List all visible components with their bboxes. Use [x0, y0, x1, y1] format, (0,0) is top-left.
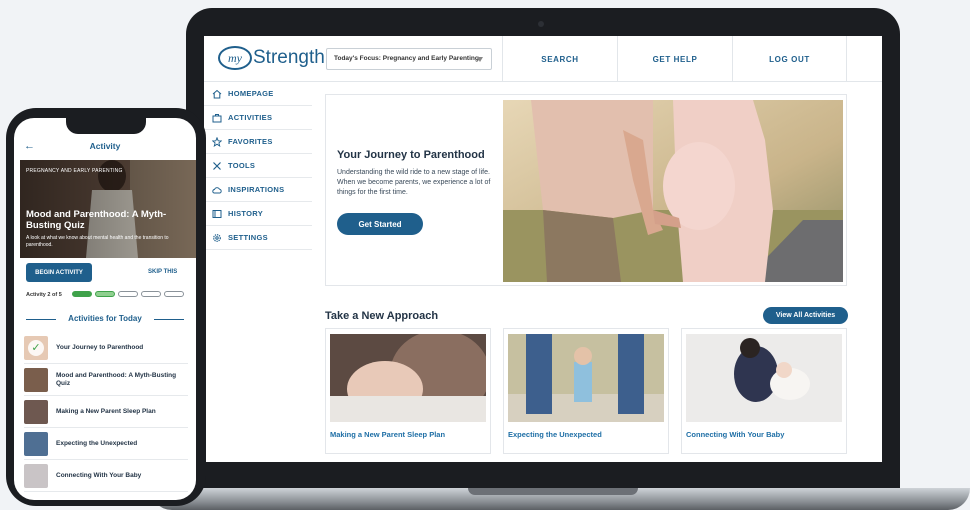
sidebar-item-inspirations[interactable]: INSPIRATIONS: [204, 178, 312, 202]
focus-label: Today's Focus: Pregnancy and Early Paren…: [334, 55, 479, 62]
thumb-image: ✓: [24, 335, 48, 360]
list-item[interactable]: Connecting With Your Baby: [24, 460, 188, 492]
log-out-button[interactable]: LOG OUT: [732, 36, 847, 82]
logo-my: my: [218, 46, 252, 70]
activity-banner: PREGNANCY AND EARLY PARENTING Mood and P…: [20, 160, 196, 258]
progress-dot-current: [95, 291, 115, 297]
list-item-label: Mood and Parenthood: A Myth-Busting Quiz: [56, 372, 177, 387]
activity-card[interactable]: Connecting With Your Baby: [681, 328, 847, 454]
list-item[interactable]: ✓ Your Journey to Parenthood: [24, 332, 188, 364]
view-all-activities-button[interactable]: View All Activities: [763, 307, 848, 324]
mystrength-logo[interactable]: my Strength: [218, 46, 325, 70]
sidebar-item-label: HISTORY: [228, 209, 264, 218]
focus-dropdown[interactable]: Today's Focus: Pregnancy and Early Paren…: [326, 48, 492, 70]
thumb-image: [24, 463, 48, 488]
banner-tag: PREGNANCY AND EARLY PARENTING: [26, 168, 123, 174]
activity-list: ✓ Your Journey to Parenthood Mood and Pa…: [24, 332, 188, 492]
progress-dots: [72, 291, 187, 297]
activities-today-title: Activities for Today: [14, 314, 196, 323]
card-label: Making a New Parent Sleep Plan: [330, 430, 446, 439]
list-item[interactable]: Mood and Parenthood: A Myth-Busting Quiz: [24, 364, 188, 396]
list-item-label: Your Journey to Parenthood: [56, 343, 144, 351]
search-button[interactable]: SEARCH: [502, 36, 617, 82]
base-notch: [468, 488, 638, 495]
camera: [538, 21, 544, 27]
laptop-base: [150, 488, 970, 510]
sidebar-item-homepage[interactable]: HOMEPAGE: [204, 82, 312, 106]
card-image-mother-baby: [686, 334, 842, 422]
banner-subtitle: A look at what we know about mental heal…: [26, 235, 169, 248]
sidebar-item-activities[interactable]: ACTIVITIES: [204, 106, 312, 130]
hero-title: Your Journey to Parenthood: [337, 149, 485, 161]
sidebar: HOMEPAGE ACTIVITIES FAVORITES TOOLS INSP…: [204, 82, 312, 250]
phone-screen: ← Activity PREGNANCY AND EARLY PARENTING…: [14, 118, 196, 500]
sidebar-item-label: FAVORITES: [228, 137, 273, 146]
section-title: Take a New Approach: [325, 310, 439, 322]
sidebar-item-label: ACTIVITIES: [228, 113, 273, 122]
check-icon: ✓: [28, 339, 44, 356]
progress-dot: [141, 291, 161, 297]
sidebar-item-favorites[interactable]: FAVORITES: [204, 130, 312, 154]
laptop-screen: my Strength Today's Focus: Pregnancy and…: [204, 36, 882, 462]
sidebar-item-label: TOOLS: [228, 161, 256, 170]
list-item-label: Expecting the Unexpected: [56, 439, 138, 447]
sidebar-item-label: SETTINGS: [228, 233, 268, 242]
card-label: Expecting the Unexpected: [508, 430, 602, 439]
card-label: Connecting With Your Baby: [686, 430, 785, 439]
chevron-down-icon: [477, 57, 483, 62]
top-bar: my Strength Today's Focus: Pregnancy and…: [204, 36, 882, 82]
hero-card: Your Journey to Parenthood Understanding…: [325, 94, 847, 286]
list-item-label: Connecting With Your Baby: [56, 471, 142, 479]
sidebar-item-tools[interactable]: TOOLS: [204, 154, 312, 178]
phone-title: Activity: [89, 141, 121, 151]
logo-word: Strength: [253, 47, 325, 68]
list-item-label: Making a New Parent Sleep Plan: [56, 407, 156, 415]
sidebar-item-label: INSPIRATIONS: [228, 185, 285, 194]
thumb-image: [24, 399, 48, 424]
progress-dot: [164, 291, 184, 297]
progress-dot: [118, 291, 138, 297]
activity-card[interactable]: Making a New Parent Sleep Plan: [325, 328, 491, 454]
sidebar-item-history[interactable]: HISTORY: [204, 202, 312, 226]
home-icon: [212, 89, 222, 98]
begin-activity-button[interactable]: BEGIN ACTIVITY: [26, 263, 92, 282]
gear-icon: [213, 233, 221, 242]
tools-icon: [213, 161, 221, 170]
phone-notch: [66, 118, 146, 134]
list-item[interactable]: Making a New Parent Sleep Plan: [24, 396, 188, 428]
history-icon: [212, 209, 222, 218]
activity-card[interactable]: Expecting the Unexpected: [503, 328, 669, 454]
sidebar-item-settings[interactable]: SETTINGS: [204, 226, 312, 250]
cloud-icon: [212, 186, 222, 193]
banner-title: Mood and Parenthood: A Myth-Busting Quiz: [26, 209, 167, 231]
get-started-button[interactable]: Get Started: [337, 213, 423, 235]
hero-body: Understanding the wild ride to a new sta…: [337, 169, 491, 197]
thumb-image: [24, 367, 48, 392]
card-image-sleeping-baby: [330, 334, 486, 422]
hero-image-couple: [503, 100, 843, 282]
get-help-button[interactable]: GET HELP: [617, 36, 732, 82]
thumb-image: [24, 431, 48, 456]
phone-header: ← Activity: [14, 136, 196, 158]
sidebar-item-label: HOMEPAGE: [228, 89, 274, 98]
list-item[interactable]: Expecting the Unexpected: [24, 428, 188, 460]
progress-dot-done: [72, 291, 92, 297]
progress-label: Activity 2 of 5: [26, 292, 62, 298]
star-icon: [212, 136, 222, 147]
card-image-family-walking: [508, 334, 664, 422]
skip-this-button[interactable]: SKIP THIS: [148, 269, 177, 275]
briefcase-icon: [212, 113, 222, 122]
top-nav: SEARCH GET HELP LOG OUT: [502, 36, 847, 82]
